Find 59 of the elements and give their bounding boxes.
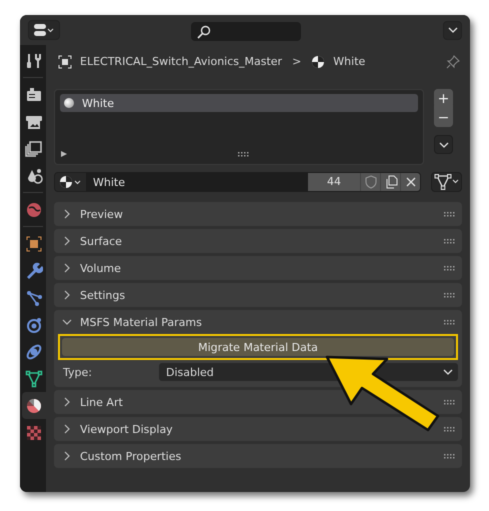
properties-tab[interactable] bbox=[22, 392, 46, 419]
drag-handle-icon[interactable] bbox=[444, 400, 456, 404]
expand-icon[interactable] bbox=[60, 150, 68, 158]
pin-icon[interactable] bbox=[446, 54, 460, 68]
drag-handle-icon[interactable] bbox=[444, 454, 456, 458]
panel-header[interactable]: Line Art bbox=[54, 390, 462, 414]
panel-header[interactable]: Settings bbox=[54, 283, 462, 307]
chevron-icon bbox=[62, 290, 72, 300]
options-dropdown[interactable] bbox=[443, 20, 462, 40]
drag-handle-icon[interactable] bbox=[444, 426, 456, 432]
ring-icon bbox=[25, 342, 43, 360]
panel-header[interactable]: Custom Properties bbox=[54, 444, 462, 468]
drag-handle-icon[interactable] bbox=[444, 292, 456, 298]
globe-icon bbox=[25, 200, 43, 218]
object-name: ELECTRICAL_Switch_Avionics_Master bbox=[80, 55, 282, 68]
chevron-icon bbox=[62, 263, 72, 273]
chevron-icon bbox=[62, 317, 72, 327]
material-name: White bbox=[333, 55, 366, 68]
type-label: Type: bbox=[62, 366, 93, 378]
resize-grip-icon[interactable] bbox=[238, 152, 250, 156]
node-tree-button[interactable] bbox=[431, 172, 462, 192]
panel-header[interactable]: Surface bbox=[54, 229, 462, 253]
material-slot[interactable]: White bbox=[60, 94, 418, 112]
chevron-icon bbox=[62, 424, 72, 434]
orbit-icon bbox=[25, 316, 43, 334]
drag-handle-icon[interactable] bbox=[444, 238, 456, 244]
particles-icon bbox=[25, 288, 43, 306]
search-field[interactable] bbox=[191, 22, 301, 41]
chevron-icon bbox=[62, 451, 72, 461]
panel-header[interactable]: Viewport Display bbox=[54, 417, 462, 441]
migrate-button[interactable]: Migrate Material Data bbox=[62, 338, 454, 356]
search-icon bbox=[197, 24, 211, 38]
layers-icon bbox=[25, 140, 43, 158]
caret-icon bbox=[448, 27, 458, 33]
material-icon bbox=[311, 54, 326, 68]
chevron-icon bbox=[62, 236, 72, 246]
panel-header[interactable]: Preview bbox=[54, 202, 462, 226]
checkerboard-icon bbox=[25, 424, 43, 442]
panel-header[interactable]: MSFS Material Params bbox=[54, 310, 462, 334]
node-tree-icon bbox=[434, 174, 460, 190]
chevron-icon bbox=[62, 209, 72, 219]
material-sphere-icon bbox=[25, 396, 43, 414]
wrench-icon bbox=[25, 262, 43, 280]
square-icon bbox=[25, 234, 43, 252]
slot-menu-button[interactable] bbox=[434, 135, 453, 154]
breadcrumb-separator: > bbox=[292, 55, 302, 68]
object-icon bbox=[58, 54, 72, 68]
panel-header[interactable]: Volume bbox=[54, 256, 462, 280]
tools-icon bbox=[25, 52, 43, 70]
caret-icon bbox=[438, 142, 448, 148]
editor-type-button[interactable] bbox=[28, 20, 60, 40]
caret-icon bbox=[443, 369, 453, 375]
editor-type-icon bbox=[33, 23, 55, 37]
drag-handle-icon[interactable] bbox=[444, 320, 456, 324]
drag-handle-icon[interactable] bbox=[444, 266, 456, 270]
chevron-icon bbox=[62, 397, 72, 407]
triangle-mesh-icon bbox=[25, 370, 43, 388]
dropdown-value: Disabled bbox=[166, 366, 214, 378]
drag-handle-icon[interactable] bbox=[444, 212, 456, 216]
